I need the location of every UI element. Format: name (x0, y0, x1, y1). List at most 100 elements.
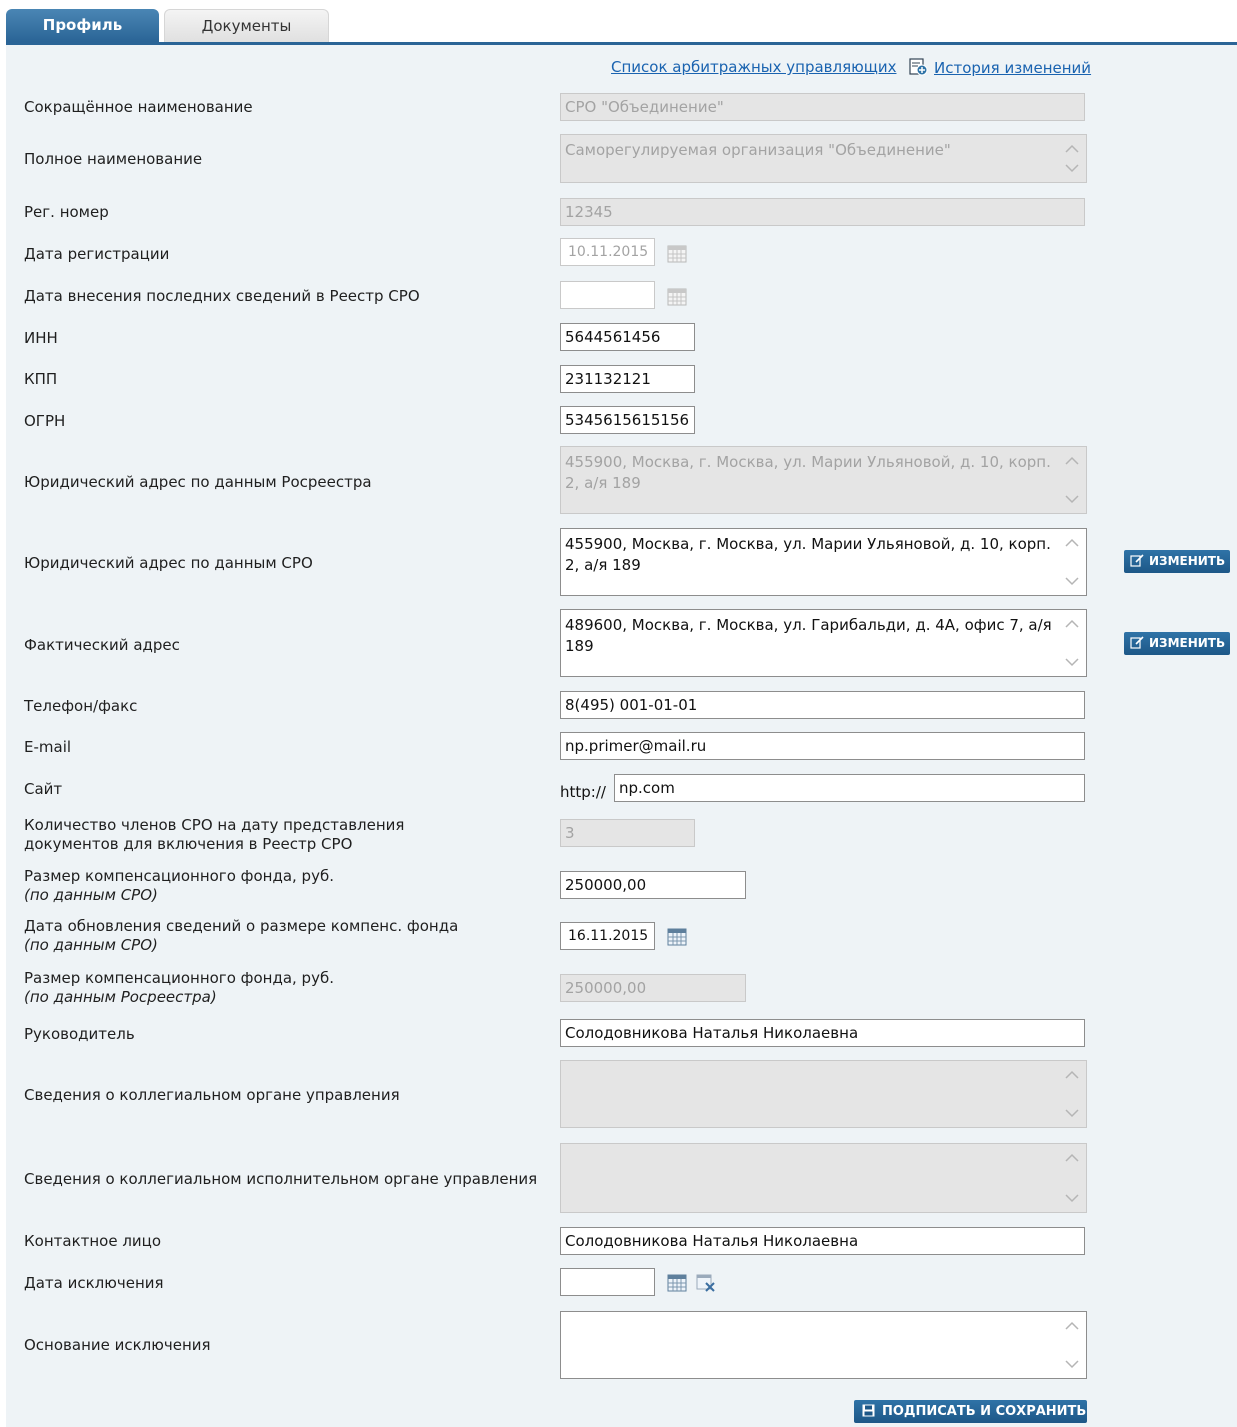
kpp-input[interactable]: 231132121 (560, 365, 695, 393)
comp-fund-date-label-sub: (по данным СРО) (24, 936, 158, 954)
actual-address-textarea[interactable]: 489600, Москва, г. Москва, ул. Гарибальд… (560, 609, 1087, 677)
site-prefix: http:// (560, 783, 606, 801)
last-entry-date-label: Дата внесения последних сведений в Реест… (24, 287, 420, 305)
sign-and-save-label: ПОДПИСАТЬ И СОХРАНИТЬ (882, 1404, 1087, 1419)
last-entry-date-field (560, 281, 655, 309)
comp-fund-rosreestr-field: 250000,00 (560, 974, 746, 1002)
ogrn-input[interactable]: 5345615615156 (560, 406, 695, 434)
chevron-down-icon[interactable] (1064, 1359, 1080, 1369)
scrollbar[interactable] (1062, 610, 1082, 676)
edit-legal-address-button[interactable]: ИЗМЕНИТЬ (1124, 550, 1230, 573)
scrollbar[interactable] (1062, 447, 1082, 513)
chevron-up-icon[interactable] (1064, 1153, 1080, 1163)
tab-profile[interactable]: Профиль (6, 9, 159, 42)
edit-button-label: ИЗМЕНИТЬ (1149, 554, 1226, 568)
exclusion-reason-textarea[interactable] (560, 1311, 1087, 1379)
email-input[interactable]: np.primer@mail.ru (560, 732, 1085, 760)
chevron-down-icon[interactable] (1064, 1108, 1080, 1118)
history-icon[interactable] (909, 58, 929, 76)
legal-address-rosreestr-value: 455900, Москва, г. Москва, ул. Марии Уль… (565, 453, 1051, 492)
collegial-body-label: Сведения о коллегиальном органе управлен… (24, 1086, 400, 1104)
site-label: Сайт (24, 780, 63, 798)
short-name-field: СРО "Объединение" (560, 93, 1085, 121)
calendar-icon[interactable] (667, 928, 687, 946)
comp-fund-sro-label-sub: (по данным СРО) (24, 886, 158, 904)
collegial-body-textarea (560, 1060, 1087, 1128)
exclusion-date-label: Дата исключения (24, 1274, 164, 1292)
members-count-label: Количество членов СРО на дату представле… (24, 816, 404, 854)
scrollbar[interactable] (1062, 135, 1082, 182)
head-input[interactable]: Солодовникова Наталья Николаевна (560, 1019, 1085, 1047)
chevron-up-icon[interactable] (1064, 1321, 1080, 1331)
save-icon (862, 1404, 875, 1417)
legal-address-rosreestr-textarea: 455900, Москва, г. Москва, ул. Марии Уль… (560, 446, 1087, 514)
edit-icon (1130, 636, 1144, 649)
reg-number-label: Рег. номер (24, 203, 109, 221)
exclusion-reason-label: Основание исключения (24, 1336, 211, 1354)
phone-label: Телефон/факс (24, 697, 138, 715)
inn-label: ИНН (24, 329, 58, 347)
legal-address-sro-value: 455900, Москва, г. Москва, ул. Марии Уль… (565, 535, 1051, 574)
kpp-label: КПП (24, 370, 58, 388)
chevron-down-icon[interactable] (1064, 657, 1080, 667)
history-link[interactable]: История изменений (934, 59, 1091, 77)
calendar-icon (667, 288, 687, 306)
contact-person-label: Контактное лицо (24, 1232, 162, 1250)
comp-fund-sro-label-main: Размер компенсационного фонда, руб. (24, 867, 334, 885)
chevron-down-icon[interactable] (1064, 576, 1080, 586)
chevron-down-icon[interactable] (1064, 163, 1080, 173)
scrollbar[interactable] (1062, 529, 1082, 595)
ogrn-label: ОГРН (24, 412, 66, 430)
comp-fund-rosreestr-label-sub: (по данным Росреестра) (24, 988, 217, 1006)
chevron-up-icon[interactable] (1064, 456, 1080, 466)
edit-button-label: ИЗМЕНИТЬ (1149, 636, 1226, 650)
reg-date-label: Дата регистрации (24, 245, 170, 263)
edit-icon (1130, 554, 1144, 567)
members-count-field: 3 (560, 819, 695, 847)
members-count-label-line2: документов для включения в Реестр СРО (24, 835, 353, 853)
chevron-up-icon[interactable] (1064, 1070, 1080, 1080)
arbitration-list-link[interactable]: Список арбитражных управляющих (611, 58, 896, 76)
scrollbar[interactable] (1062, 1144, 1082, 1212)
legal-address-sro-textarea[interactable]: 455900, Москва, г. Москва, ул. Марии Уль… (560, 528, 1087, 596)
comp-fund-date-input[interactable]: 16.11.2015 (560, 922, 655, 950)
tab-bar: Профиль Документы (6, 9, 1237, 42)
email-label: E-mail (24, 738, 72, 756)
full-name-label: Полное наименование (24, 150, 203, 168)
full-name-value: Саморегулируемая организация "Объединени… (565, 141, 951, 159)
comp-fund-sro-label: Размер компенсационного фонда, руб. (по … (24, 867, 334, 905)
chevron-down-icon[interactable] (1064, 1193, 1080, 1203)
contact-person-input[interactable]: Солодовникова Наталья Николаевна (560, 1227, 1085, 1255)
members-count-label-line1: Количество членов СРО на дату представле… (24, 816, 405, 834)
actual-address-label: Фактический адрес (24, 636, 180, 654)
reg-number-field: 12345 (560, 198, 1085, 226)
calendar-icon (667, 245, 687, 263)
edit-actual-address-button[interactable]: ИЗМЕНИТЬ (1124, 632, 1230, 655)
comp-fund-date-label: Дата обновления сведений о размере компе… (24, 917, 458, 955)
comp-fund-sro-input[interactable]: 250000,00 (560, 871, 746, 899)
head-label: Руководитель (24, 1025, 135, 1043)
legal-address-rosreestr-label: Юридический адрес по данным Росреестра (24, 473, 372, 491)
comp-fund-rosreestr-label-main: Размер компенсационного фонда, руб. (24, 969, 334, 987)
scrollbar[interactable] (1062, 1061, 1082, 1127)
scrollbar[interactable] (1062, 1312, 1082, 1378)
comp-fund-date-label-main: Дата обновления сведений о размере компе… (24, 917, 459, 935)
exclusion-date-input[interactable] (560, 1268, 655, 1296)
comp-fund-rosreestr-label: Размер компенсационного фонда, руб. (по … (24, 969, 334, 1007)
full-name-textarea: Саморегулируемая организация "Объединени… (560, 134, 1087, 183)
chevron-up-icon[interactable] (1064, 144, 1080, 154)
collegial-exec-body-textarea (560, 1143, 1087, 1213)
tab-documents[interactable]: Документы (164, 9, 329, 42)
short-name-label: Сокращённое наименование (24, 98, 253, 116)
phone-input[interactable]: 8(495) 001-01-01 (560, 691, 1085, 719)
collegial-exec-body-label: Сведения о коллегиальном исполнительном … (24, 1170, 538, 1188)
sign-and-save-button[interactable]: ПОДПИСАТЬ И СОХРАНИТЬ (854, 1400, 1087, 1423)
site-input[interactable]: np.com (614, 774, 1085, 802)
inn-input[interactable]: 5644561456 (560, 323, 695, 351)
chevron-up-icon[interactable] (1064, 538, 1080, 548)
actual-address-value: 489600, Москва, г. Москва, ул. Гарибальд… (565, 616, 1052, 655)
chevron-down-icon[interactable] (1064, 494, 1080, 504)
calendar-icon[interactable] (667, 1274, 687, 1292)
clear-date-icon[interactable] (696, 1272, 716, 1292)
chevron-up-icon[interactable] (1064, 619, 1080, 629)
